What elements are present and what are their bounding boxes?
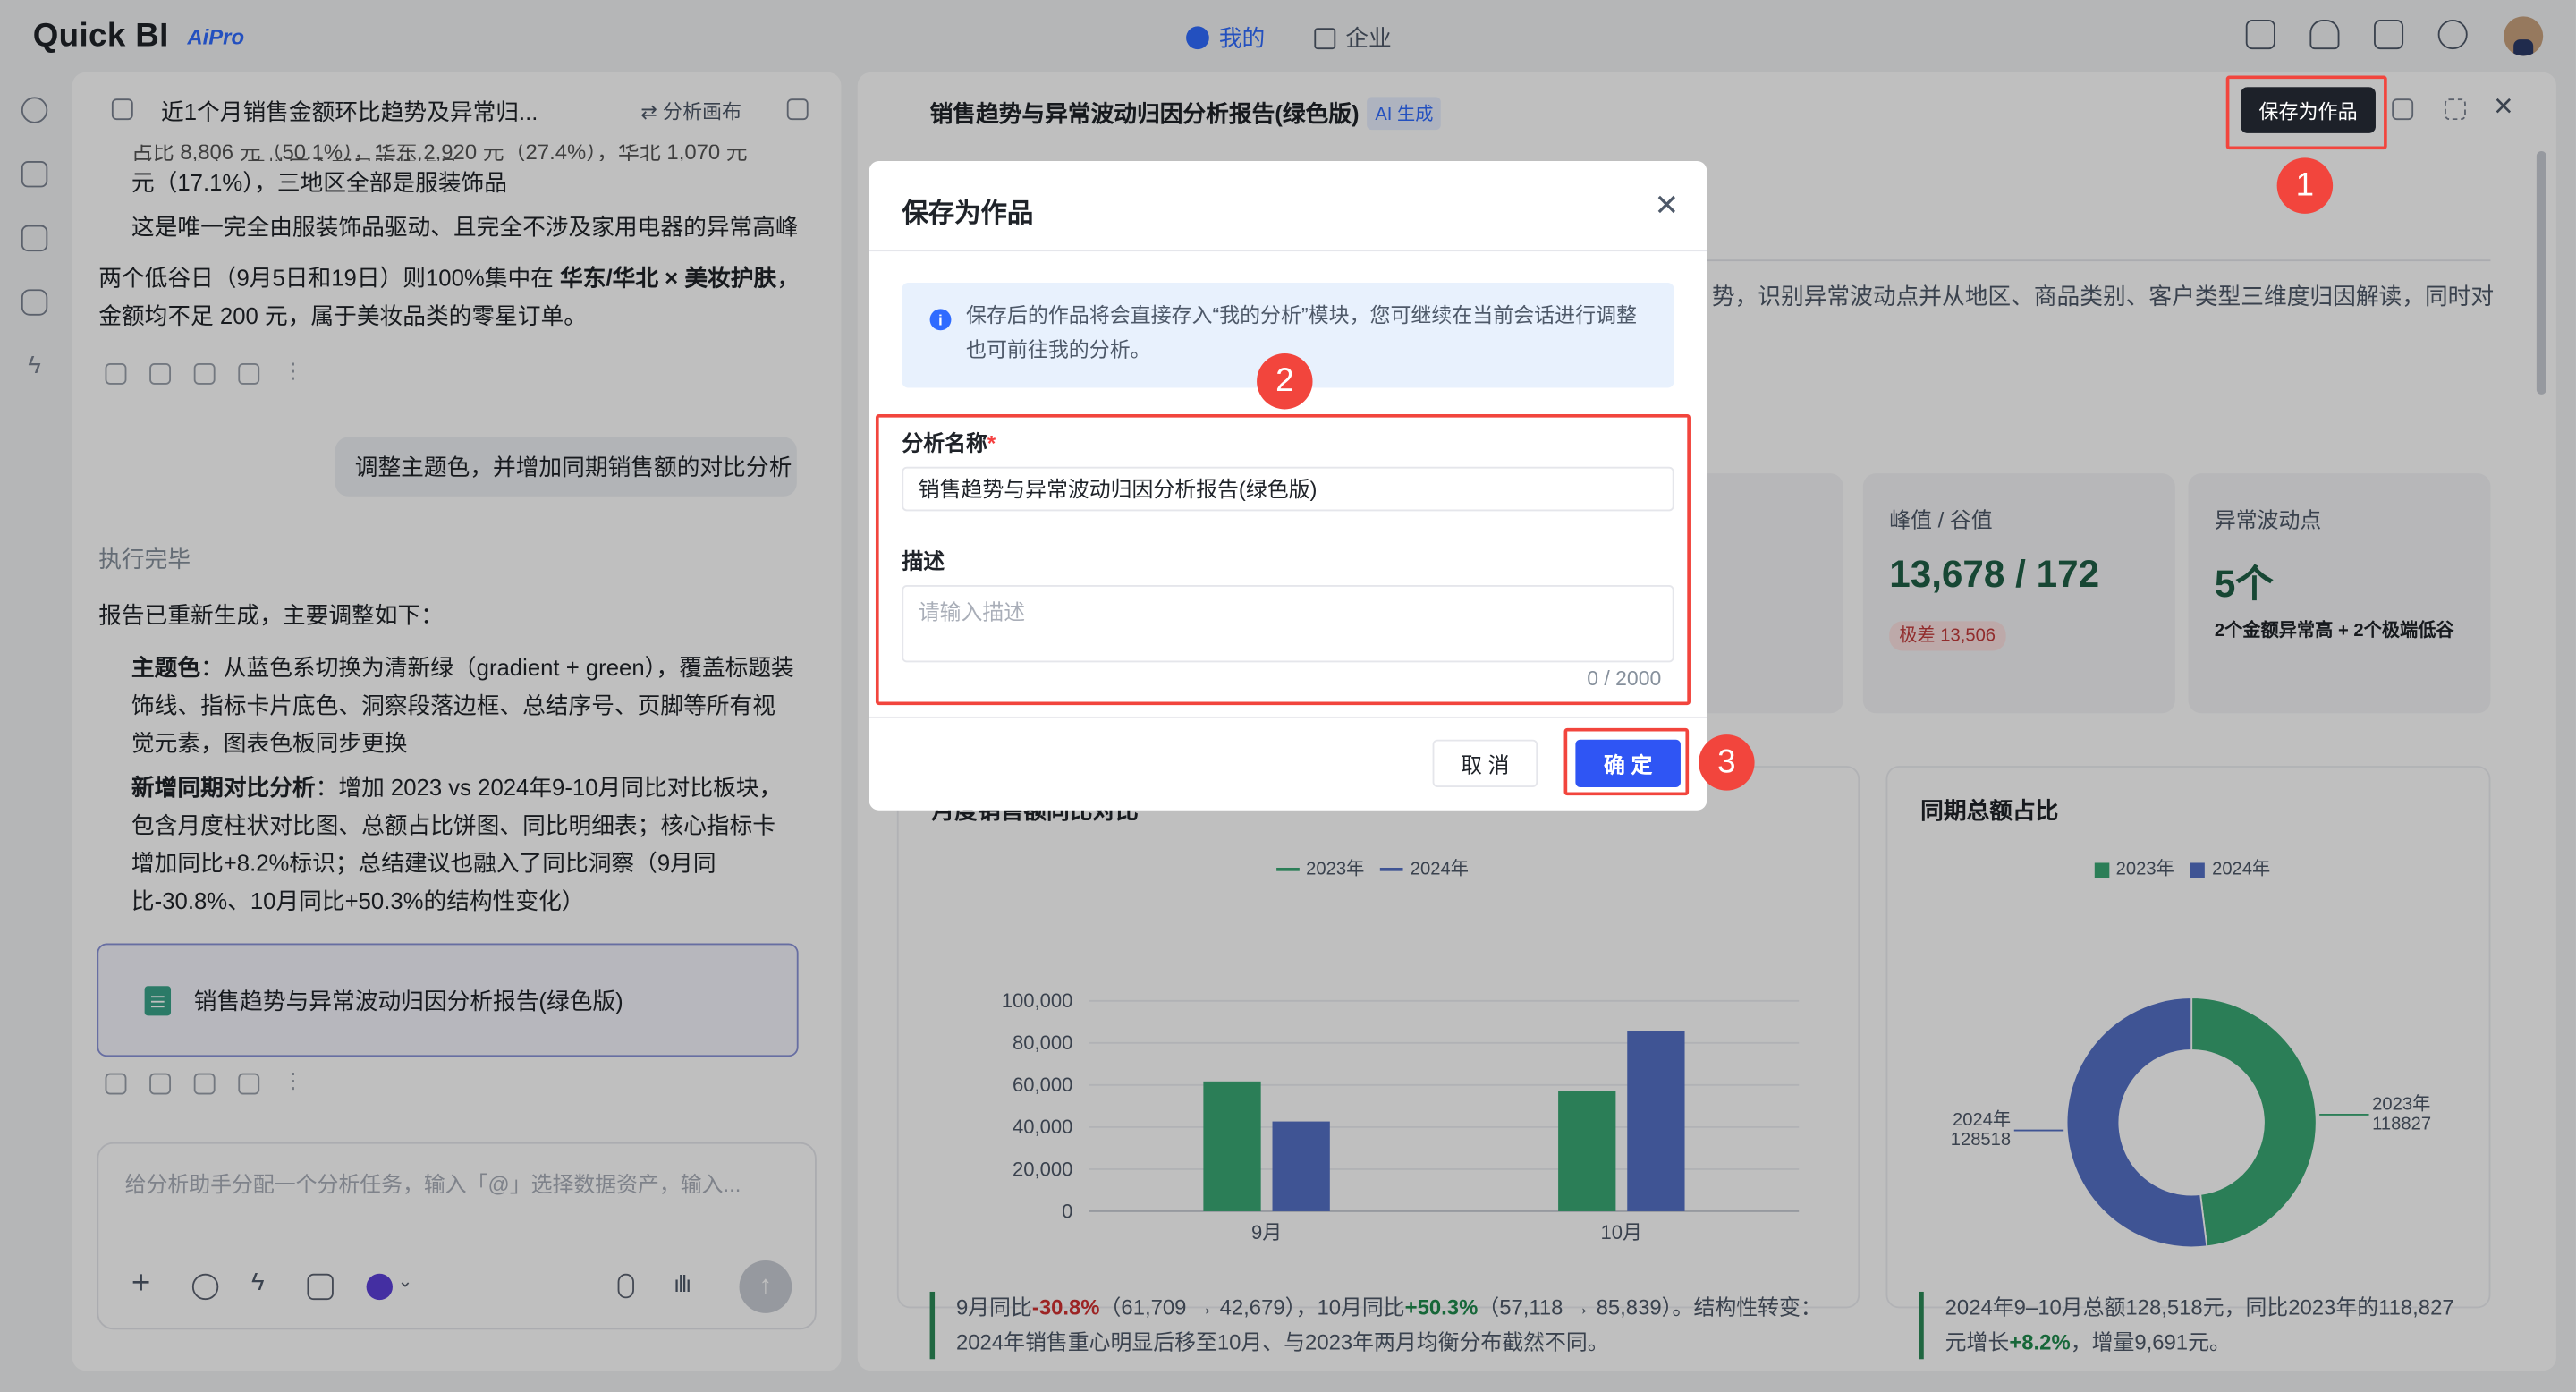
- dialog-divider: [869, 250, 1707, 252]
- cancel-button[interactable]: 取 消: [1432, 739, 1538, 787]
- dialog-footer-divider: [869, 716, 1707, 718]
- step-badge-1: 1: [2276, 157, 2334, 214]
- annotation-box-1: [2225, 75, 2387, 150]
- dialog-title: 保存为作品: [902, 200, 1034, 229]
- annotation-box-2: [875, 413, 1690, 706]
- step-badge-2: 2: [1257, 352, 1313, 410]
- info-icon: i: [929, 309, 952, 331]
- step-badge-3: 3: [1699, 734, 1755, 791]
- info-text: 保存后的作品将会直接存入“我的分析”模块，您可继续在当前会话进行调整也可前往我的…: [965, 303, 1637, 362]
- close-icon[interactable]: ✕: [1655, 191, 1680, 220]
- annotation-box-3: [1563, 727, 1690, 796]
- app-root: Quick BI AiPro 我的 企业 ϟ 近1个月销售金额环比趋势及异常归.…: [0, 0, 2576, 1392]
